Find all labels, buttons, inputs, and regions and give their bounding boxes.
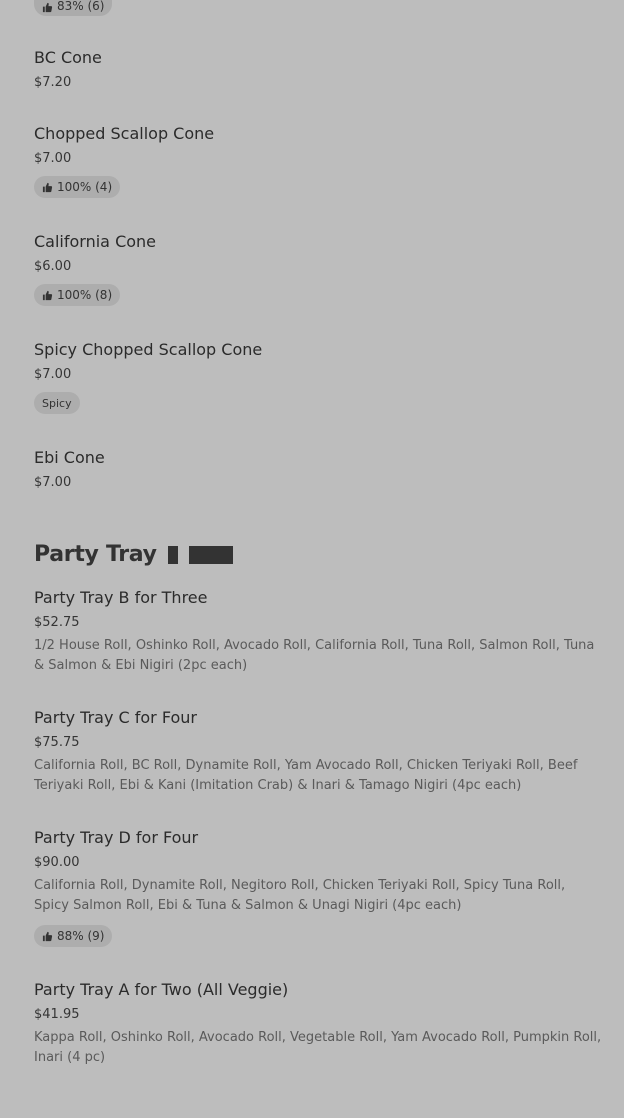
menu-item[interactable]: California Cone $6.00 100% (8) [34, 232, 602, 306]
rating-text: 100% (4) [57, 180, 113, 194]
item-price: $52.75 [34, 615, 80, 630]
item-name: Ebi Cone [34, 448, 105, 467]
thumbs-up-icon [42, 931, 53, 941]
menu-item[interactable]: Party Tray D for Four $90.00 California … [34, 828, 602, 947]
item-price: $7.20 [34, 75, 72, 90]
thumbs-up-icon [42, 290, 53, 300]
menu-item[interactable]: Party Tray A for Two (All Veggie) $41.95… [34, 980, 602, 1068]
item-name: Party Tray C for Four [34, 708, 197, 727]
item-description: California Roll, BC Roll, Dynamite Roll,… [34, 758, 578, 793]
menu-item[interactable]: Ebi Cone $7.00 [34, 448, 602, 491]
rating-badge: 100% (4) [34, 176, 121, 198]
rating-text: 100% (8) [57, 288, 113, 302]
item-price: $90.00 [34, 855, 80, 870]
item-name: BC Cone [34, 48, 102, 67]
menu-item[interactable]: Chopped Scallop Cone $7.00 100% (4) [34, 124, 602, 198]
rating-badge: 100% (8) [34, 284, 121, 306]
item-price: $41.95 [34, 1007, 80, 1022]
rating-badge: 88% (9) [34, 925, 113, 947]
item-name: Party Tray B for Three [34, 588, 208, 607]
item-name: California Cone [34, 232, 157, 251]
menu-item[interactable]: Party Tray B for Three $52.75 1/2 House … [34, 588, 602, 676]
thumbs-up-icon [42, 182, 53, 192]
rating-badge: 83% (6) [34, 0, 113, 16]
item-name: Chopped Scallop Cone [34, 124, 215, 143]
section-title-glyphs [168, 542, 234, 567]
menu-item[interactable]: BC Cone $7.20 [34, 48, 602, 91]
tag-text: Spicy [42, 396, 72, 410]
item-price: $6.00 [34, 259, 72, 274]
item-description: 1/2 House Roll, Oshinko Roll, Avocado Ro… [34, 638, 595, 673]
rating-text: 83% (6) [57, 0, 105, 13]
rating-text: 88% (9) [57, 929, 105, 943]
item-price: $75.75 [34, 735, 80, 750]
menu-item[interactable]: Party Tray C for Four $75.75 California … [34, 708, 602, 796]
item-description: Kappa Roll, Oshinko Roll, Avocado Roll, … [34, 1030, 602, 1065]
item-name: Spicy Chopped Scallop Cone [34, 340, 263, 359]
section-title-text: Party Tray [34, 542, 157, 567]
menu-item[interactable]: Spicy Chopped Scallop Cone $7.00 Spicy [34, 340, 602, 414]
item-price: $7.00 [34, 475, 72, 490]
thumbs-up-icon [42, 2, 53, 13]
item-price: $7.00 [34, 367, 72, 382]
item-name: Party Tray D for Four [34, 828, 199, 847]
item-name: Party Tray A for Two (All Veggie) [34, 980, 289, 999]
item-price: $7.00 [34, 151, 72, 166]
spicy-tag: Spicy [34, 392, 80, 414]
section-heading: Party Tray [34, 540, 234, 570]
item-description: California Roll, Dynamite Roll, Negitoro… [34, 878, 566, 913]
